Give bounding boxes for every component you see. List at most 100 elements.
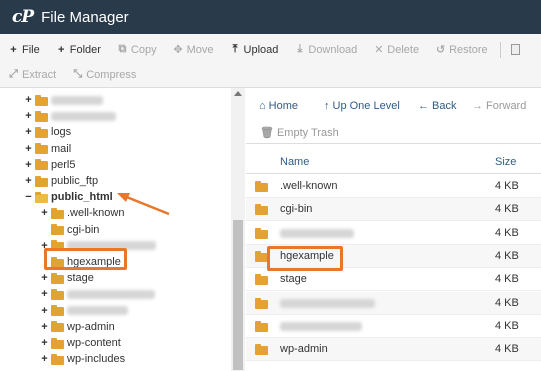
more-options-icon[interactable] (510, 44, 520, 55)
table-row[interactable]: 4 KB (246, 222, 541, 245)
expand-icon[interactable]: + (40, 207, 49, 219)
table-row[interactable]: .well-known 4 KB (246, 175, 541, 198)
expand-icon[interactable]: + (40, 353, 49, 365)
tree-item[interactable]: + (40, 286, 155, 302)
table-row[interactable]: cgi-bin 4 KB (246, 198, 541, 222)
tree-item-perl5[interactable]: + perl5 (24, 157, 75, 173)
copy-label: Copy (130, 43, 157, 56)
folder-icon (51, 353, 64, 365)
home-button[interactable]: ⌂ Home (259, 100, 298, 112)
tree-item-public-ftp[interactable]: + public_ftp (24, 173, 98, 189)
tree-item-wp-includes[interactable]: + wp-includes (40, 351, 125, 367)
app-header: cP File Manager (0, 0, 541, 34)
navigation-bar: ⌂ Home ↑ Up One Level ← Back → Forward 🗑… (246, 88, 541, 144)
back-button[interactable]: ← Back (418, 100, 456, 112)
expand-icon[interactable]: + (24, 159, 33, 171)
tree-item[interactable]: + (24, 108, 116, 124)
expand-icon[interactable]: + (40, 305, 49, 317)
table-row[interactable]: 4 KB (246, 291, 541, 315)
tree-item-wp-content[interactable]: + wp-content (40, 335, 121, 351)
tree-item-logs[interactable]: + logs (24, 124, 71, 140)
move-label: Move (186, 43, 214, 56)
copy-button[interactable]: ⧉ Copy (109, 43, 165, 56)
upload-label: Upload (243, 43, 279, 56)
folder-icon (51, 321, 64, 333)
expand-icon[interactable]: + (24, 126, 33, 138)
file-name[interactable]: stage (280, 273, 307, 285)
file-name[interactable]: cgi-bin (280, 203, 312, 215)
tree-item[interactable]: + (24, 92, 103, 108)
tree-item-label: wp-includes (67, 353, 126, 366)
tree-item-label: cgi-bin (67, 223, 100, 236)
tree-highlight-box (44, 248, 127, 270)
extract-button[interactable]: ⤢ Extract (0, 68, 64, 81)
redacted-label (67, 306, 128, 316)
folder-icon (51, 207, 64, 219)
folder-icon (35, 126, 48, 138)
tree-item-label: public_ftp (51, 175, 99, 187)
folder-icon (35, 143, 48, 155)
move-button[interactable]: ✥ Move (165, 43, 222, 57)
tree-item[interactable]: + (40, 303, 128, 319)
file-label: File (22, 43, 40, 56)
home-icon: ⌂ (259, 100, 266, 112)
file-size: 4 KB (495, 226, 519, 239)
expand-icon[interactable]: + (24, 143, 33, 155)
file-list-pane: ⌂ Home ↑ Up One Level ← Back → Forward 🗑… (246, 88, 541, 371)
file-name[interactable]: .well-known (280, 180, 337, 192)
tree-item-mail[interactable]: + mail (24, 141, 71, 157)
folder-icon (255, 297, 268, 309)
folder-icon (35, 110, 48, 122)
up-one-level-label: Up One Level (332, 100, 400, 112)
file-name[interactable]: wp-admin (280, 343, 328, 355)
table-row[interactable]: stage 4 KB (246, 268, 541, 292)
expand-icon[interactable]: + (40, 288, 49, 300)
download-icon: ⤓ (297, 43, 303, 55)
extract-label: Extract (22, 68, 57, 81)
forward-button[interactable]: → Forward (472, 100, 526, 112)
scroll-up-arrow-icon[interactable] (234, 91, 242, 96)
expand-icon[interactable]: + (40, 321, 49, 333)
empty-trash-button[interactable]: 🗑 Empty Trash (260, 126, 339, 140)
expand-icon[interactable]: + (24, 110, 33, 122)
back-arrow-icon: ← (418, 100, 429, 112)
table-row[interactable]: wp-admin 4 KB (246, 338, 541, 362)
expand-icon[interactable]: + (24, 175, 33, 187)
upload-button[interactable]: ⤒ Upload (222, 43, 287, 56)
tree-item-label: public_html (51, 191, 113, 204)
back-label: Back (432, 100, 457, 112)
expand-icon[interactable]: + (40, 337, 49, 349)
tree-item-stage[interactable]: + stage (40, 270, 94, 286)
folder-icon (255, 204, 268, 216)
folder-open-icon (35, 191, 48, 203)
tree-item-label: wp-admin (67, 320, 115, 333)
expand-icon[interactable]: + (40, 272, 49, 284)
tree-scrollbar-thumb[interactable] (233, 220, 243, 370)
redacted-file-name (280, 298, 375, 308)
folder-button[interactable]: + Folder (48, 44, 109, 56)
home-label: Home (268, 100, 298, 112)
up-one-level-button[interactable]: ↑ Up One Level (324, 100, 400, 112)
delete-button[interactable]: ✕ Delete (365, 43, 427, 57)
collapse-icon[interactable]: − (24, 191, 33, 203)
compress-button[interactable]: ⤡ Compress (64, 68, 144, 81)
restore-button[interactable]: ↺ Restore (427, 43, 496, 57)
extract-icon: ⤢ (9, 68, 18, 80)
tree-item-public-html[interactable]: − public_html (24, 189, 113, 205)
tree-item-cgi-bin[interactable]: cgi-bin (40, 222, 99, 238)
expand-icon[interactable]: + (24, 94, 33, 106)
cpanel-logo[interactable]: cP (12, 7, 34, 27)
column-header-name[interactable]: Name (280, 150, 309, 174)
redacted-label (51, 95, 103, 105)
file-button[interactable]: + File (0, 44, 48, 56)
move-icon: ✥ (173, 44, 183, 56)
table-row[interactable]: 4 KB (246, 315, 541, 338)
forward-arrow-icon: → (472, 100, 483, 112)
tree-item-wp-admin[interactable]: + wp-admin (40, 319, 115, 335)
toolbar-row-primary: + File + Folder ⧉ Copy ✥ Move ⤒ Upload ⤓ Download ✕ D… (0, 36, 520, 63)
file-size: 4 KB (495, 203, 519, 216)
download-button[interactable]: ⤓ Download (286, 43, 365, 56)
annotation-arrow-icon (117, 193, 170, 216)
column-header-size[interactable]: Size (495, 150, 516, 174)
toolbar: + File + Folder ⧉ Copy ✥ Move ⤒ Upload ⤓ Download ✕ D… (0, 34, 541, 88)
